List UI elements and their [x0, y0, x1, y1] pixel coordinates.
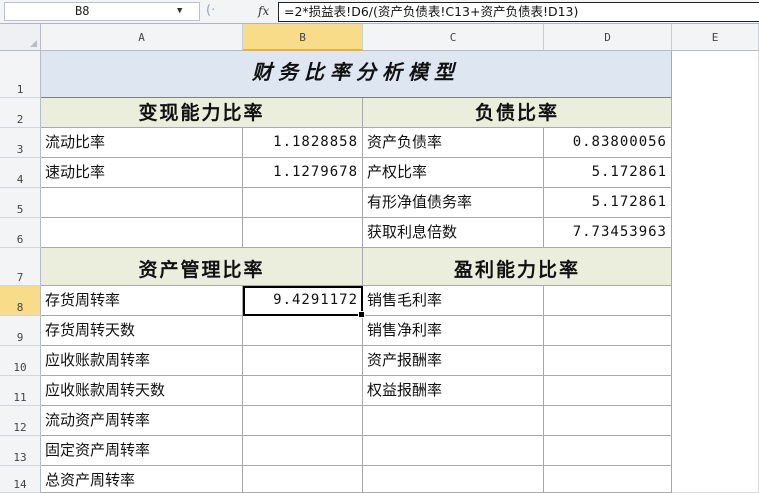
row-header-12[interactable]: 12 [0, 406, 41, 436]
row-header-4[interactable]: 4 [0, 158, 41, 188]
chevron-down-icon[interactable]: ▼ [177, 3, 182, 20]
column-header-b[interactable]: B [243, 24, 363, 51]
resize-handle-icon[interactable]: (· [206, 2, 215, 20]
cell-a14[interactable]: 总资产周转率 [41, 466, 243, 493]
row-header-1[interactable]: 1 [0, 51, 41, 98]
cell-a3[interactable]: 流动比率 [41, 128, 243, 158]
cell-c3[interactable]: 资产负债率 [363, 128, 544, 158]
cell-b13[interactable] [243, 436, 363, 466]
cell-b8[interactable]: 9.4291172 [243, 286, 363, 316]
name-box[interactable]: B8 ▼ [4, 2, 200, 21]
cell-b4[interactable]: 1.1279678 [243, 158, 363, 188]
cell-b9[interactable] [243, 316, 363, 346]
cell-d11[interactable] [544, 376, 672, 406]
cell-a13[interactable]: 固定资产周转率 [41, 436, 243, 466]
cell-a6[interactable] [41, 218, 243, 248]
row-header-9[interactable]: 9 [0, 316, 41, 346]
cell-c6[interactable]: 获取利息倍数 [363, 218, 544, 248]
cell-d4[interactable]: 5.172861 [544, 158, 672, 188]
cell-a11[interactable]: 应收账款周转天数 [41, 376, 243, 406]
formula-input[interactable]: =2*损益表!D6/(资产负债表!C13+资产负债表!D13) [278, 2, 759, 22]
column-header-e[interactable]: E [672, 24, 759, 51]
insert-function-icon[interactable]: fx [258, 2, 269, 20]
cell-c11[interactable]: 权益报酬率 [363, 376, 544, 406]
select-all-icon [30, 40, 37, 47]
cell-b11[interactable] [243, 376, 363, 406]
cell-c5[interactable]: 有形净值债务率 [363, 188, 544, 218]
select-all-button[interactable] [0, 24, 41, 51]
section-profitability[interactable]: 盈利能力比率 [363, 248, 672, 286]
cell-c14[interactable] [363, 466, 544, 493]
cell-d13[interactable] [544, 436, 672, 466]
row-header-7[interactable]: 7 [0, 248, 41, 286]
cell-d10[interactable] [544, 346, 672, 376]
name-box-value: B8 [75, 4, 90, 18]
cell-b14[interactable] [243, 466, 363, 493]
row-header-13[interactable]: 13 [0, 436, 41, 466]
cell-c8[interactable]: 销售毛利率 [363, 286, 544, 316]
cell-d5[interactable]: 5.172861 [544, 188, 672, 218]
cell-d14[interactable] [544, 466, 672, 493]
row-header-11[interactable]: 11 [0, 376, 41, 406]
cell-d12[interactable] [544, 406, 672, 436]
cell-b10[interactable] [243, 346, 363, 376]
row-header-10[interactable]: 10 [0, 346, 41, 376]
cell-b5[interactable] [243, 188, 363, 218]
section-debt[interactable]: 负债比率 [363, 98, 672, 128]
cell-a5[interactable] [41, 188, 243, 218]
row-header-14[interactable]: 14 [0, 466, 41, 493]
column-e-cells[interactable] [672, 51, 759, 493]
cell-a9[interactable]: 存货周转天数 [41, 316, 243, 346]
cell-a4[interactable]: 速动比率 [41, 158, 243, 188]
column-header-c[interactable]: C [363, 24, 544, 51]
row-header-6[interactable]: 6 [0, 218, 41, 248]
formula-bar: B8 ▼ (· fx =2*损益表!D6/(资产负债表!C13+资产负债表!D1… [0, 0, 759, 24]
row-header-5[interactable]: 5 [0, 188, 41, 218]
cell-d8[interactable] [544, 286, 672, 316]
cell-d3[interactable]: 0.83800056 [544, 128, 672, 158]
column-header-a[interactable]: A [41, 24, 243, 51]
cell-b12[interactable] [243, 406, 363, 436]
cell-c12[interactable] [363, 406, 544, 436]
cell-b3[interactable]: 1.1828858 [243, 128, 363, 158]
row-header-3[interactable]: 3 [0, 128, 41, 158]
cell-b6[interactable] [243, 218, 363, 248]
cell-a10[interactable]: 应收账款周转率 [41, 346, 243, 376]
cell-a8[interactable]: 存货周转率 [41, 286, 243, 316]
sheet-title[interactable]: 财务比率分析模型 [41, 51, 672, 98]
section-asset-management[interactable]: 资产管理比率 [41, 248, 363, 286]
row-header-8[interactable]: 8 [0, 286, 41, 316]
cell-d6[interactable]: 7.73453963 [544, 218, 672, 248]
column-header-d[interactable]: D [544, 24, 672, 51]
formula-buttons: (· fx [200, 2, 276, 21]
cell-a12[interactable]: 流动资产周转率 [41, 406, 243, 436]
cell-d9[interactable] [544, 316, 672, 346]
cell-c9[interactable]: 销售净利率 [363, 316, 544, 346]
cell-c4[interactable]: 产权比率 [363, 158, 544, 188]
cell-c10[interactable]: 资产报酬率 [363, 346, 544, 376]
section-liquidity[interactable]: 变现能力比率 [41, 98, 363, 128]
cell-c13[interactable] [363, 436, 544, 466]
row-header-2[interactable]: 2 [0, 98, 41, 128]
